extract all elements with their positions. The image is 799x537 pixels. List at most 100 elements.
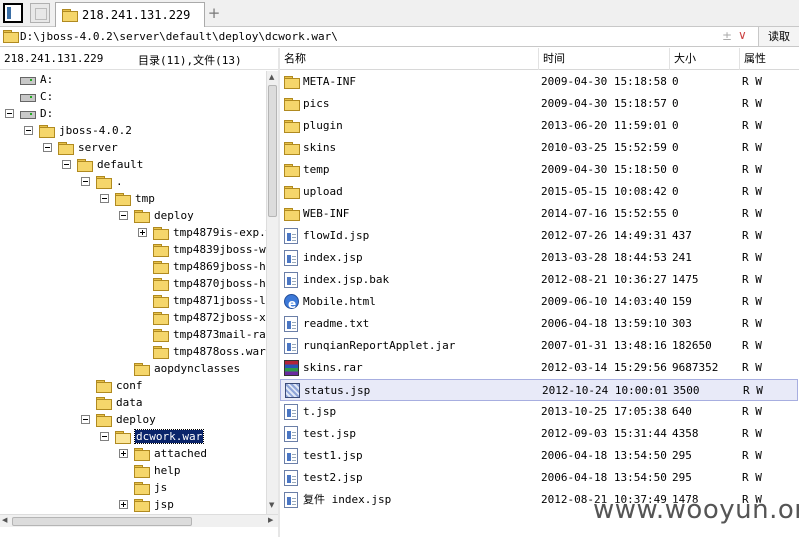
tree-node-label[interactable]: tmp4873mail-ra.r	[173, 328, 266, 341]
tree-node[interactable]: C:	[5, 88, 53, 105]
tree-node[interactable]: help	[119, 462, 181, 479]
file-row[interactable]: test1.jsp 2006-04-18 13:54:50 295 R W	[280, 445, 798, 467]
tree-node[interactable]: default	[62, 156, 143, 173]
tree-node-label[interactable]: tmp4872jboss-xar	[173, 311, 266, 324]
tree-node-label[interactable]: deploy	[116, 413, 156, 426]
tree-node[interactable]: server	[43, 139, 118, 156]
tree-node-label[interactable]: tmp4878oss.war	[173, 345, 266, 358]
tree-node[interactable]: jsp	[119, 496, 174, 513]
tree-node-label[interactable]: attached	[154, 447, 207, 460]
collapse-icon[interactable]	[81, 177, 90, 186]
tree-node-label[interactable]: jsp	[154, 498, 174, 511]
tree-node-label[interactable]: D:	[40, 107, 53, 120]
column-header-time[interactable]: 时间	[539, 48, 670, 70]
tree-node[interactable]: tmp4878oss.war	[138, 343, 266, 360]
read-button[interactable]: 读取	[758, 27, 799, 46]
collapse-icon[interactable]	[100, 432, 109, 441]
pin-icon[interactable]: ±	[722, 29, 732, 43]
tree-node-label[interactable]: C:	[40, 90, 53, 103]
expand-icon[interactable]	[119, 500, 128, 509]
file-row[interactable]: status.jsp 2012-10-24 10:00:01 3500 R W	[280, 379, 798, 401]
collapse-icon[interactable]	[62, 160, 71, 169]
scroll-up-icon[interactable]: ▲	[269, 73, 274, 81]
tree-node[interactable]: tmp4879is-exp.wa	[138, 224, 266, 241]
path-input[interactable]	[20, 28, 720, 45]
file-row[interactable]: t.jsp 2013-10-25 17:05:38 640 R W	[280, 401, 798, 423]
collapse-icon[interactable]	[81, 415, 90, 424]
file-row[interactable]: readme.txt 2006-04-18 13:59:10 303 R W	[280, 313, 798, 335]
file-row[interactable]: test.jsp 2012-09-03 15:31:44 4358 R W	[280, 423, 798, 445]
file-row[interactable]: skins.rar 2012-03-14 15:29:56 9687352 R W	[280, 357, 798, 379]
tree-node[interactable]: .	[81, 173, 123, 190]
tree-node[interactable]: tmp	[100, 190, 155, 207]
file-row[interactable]: test2.jsp 2006-04-18 13:54:50 295 R W	[280, 467, 798, 489]
tree-node[interactable]: tmp4870jboss-hat	[138, 275, 266, 292]
tree-node[interactable]: tmp4839jboss-ws4	[138, 241, 266, 258]
tree-node-label[interactable]: .	[116, 175, 123, 188]
tree-horizontal-scrollbar[interactable]: ◀ ▶	[0, 514, 278, 527]
add-tab-icon[interactable]: +	[207, 4, 221, 22]
tree-node-label[interactable]: data	[116, 396, 143, 409]
file-list[interactable]: META-INF 2009-04-30 15:18:58 0 R W pics 2009-…	[280, 71, 799, 521]
tree-node[interactable]: deploy	[81, 411, 156, 428]
scroll-thumb[interactable]	[12, 517, 192, 526]
collapse-icon[interactable]	[5, 109, 14, 118]
chevron-down-icon[interactable]: ∨	[738, 28, 747, 42]
file-row[interactable]: skins 2010-03-25 15:52:59 0 R W	[280, 137, 798, 159]
collapse-icon[interactable]	[119, 211, 128, 220]
scroll-thumb[interactable]	[268, 85, 277, 217]
tree-node-label[interactable]: conf	[116, 379, 143, 392]
tree-node[interactable]: attached	[119, 445, 207, 462]
file-row[interactable]: index.jsp 2013-03-28 18:44:53 241 R W	[280, 247, 798, 269]
tree-node[interactable]: A:	[5, 71, 53, 88]
collapse-icon[interactable]	[24, 126, 33, 135]
scroll-down-icon[interactable]: ▼	[269, 501, 274, 509]
column-header-name[interactable]: 名称	[280, 48, 539, 70]
tree-node-label[interactable]: jboss-4.0.2	[59, 124, 132, 137]
tree-node[interactable]: tmp4869jboss-hat	[138, 258, 266, 275]
tree-node-label[interactable]: tmp4871jboss-loc	[173, 294, 266, 307]
tree-node[interactable]: js	[119, 479, 167, 496]
tree-node[interactable]: deploy	[119, 207, 194, 224]
tree-node-label[interactable]: server	[78, 141, 118, 154]
panel-toggle-icon[interactable]	[3, 3, 23, 23]
tree-node[interactable]: conf	[81, 377, 143, 394]
file-row[interactable]: runqianReportApplet.jar 2007-01-31 13:48:…	[280, 335, 798, 357]
file-row[interactable]: index.jsp.bak 2012-08-21 10:36:27 1475 R W	[280, 269, 798, 291]
expand-icon[interactable]	[138, 228, 147, 237]
collapse-icon[interactable]	[43, 143, 52, 152]
tree-node[interactable]: jboss-4.0.2	[24, 122, 132, 139]
tree-node[interactable]: tmp4873mail-ra.r	[138, 326, 266, 343]
column-header-size[interactable]: 大小	[670, 48, 740, 70]
scroll-right-icon[interactable]: ▶	[268, 516, 273, 524]
file-row[interactable]: pics 2009-04-30 15:18:57 0 R W	[280, 93, 798, 115]
tree-node-label[interactable]: dcwork.war	[133, 429, 205, 444]
tree-node-label[interactable]: tmp4839jboss-ws4	[173, 243, 266, 256]
directory-tree[interactable]: A: C: D: jboss-4.0.2 server default. tmp deploy…	[0, 71, 266, 514]
file-row[interactable]: upload 2015-05-15 10:08:42 0 R W	[280, 181, 798, 203]
tree-node[interactable]: aopdynclasses	[119, 360, 240, 377]
file-row[interactable]: WEB-INF 2014-07-16 15:52:55 0 R W	[280, 203, 798, 225]
tree-node-label[interactable]: tmp	[135, 192, 155, 205]
collapse-icon[interactable]	[100, 194, 109, 203]
expand-icon[interactable]	[119, 449, 128, 458]
tree-node-label[interactable]: tmp4869jboss-hat	[173, 260, 266, 273]
tree-node-label[interactable]: help	[154, 464, 181, 477]
tab-host[interactable]: 218.241.131.229	[55, 2, 205, 27]
tree-node[interactable]: dcwork.war	[100, 428, 205, 445]
file-row[interactable]: temp 2009-04-30 15:18:50 0 R W	[280, 159, 798, 181]
tree-node[interactable]: tmp4872jboss-xar	[138, 309, 266, 326]
tree-node[interactable]: tmp4871jboss-loc	[138, 292, 266, 309]
new-window-icon[interactable]	[30, 3, 50, 23]
file-row[interactable]: flowId.jsp 2012-07-26 14:49:31 437 R W	[280, 225, 798, 247]
scroll-left-icon[interactable]: ◀	[2, 516, 7, 524]
tree-node-label[interactable]: aopdynclasses	[154, 362, 240, 375]
file-row[interactable]: plugin 2013-06-20 11:59:01 0 R W	[280, 115, 798, 137]
tree-node[interactable]: data	[81, 394, 143, 411]
tree-node-label[interactable]: default	[97, 158, 143, 171]
column-header-attr[interactable]: 属性	[740, 48, 799, 70]
tree-node[interactable]: D:	[5, 105, 53, 122]
file-row[interactable]: Mobile.html 2009-06-10 14:03:40 159 R W	[280, 291, 798, 315]
tree-node-label[interactable]: js	[154, 481, 167, 494]
file-row[interactable]: META-INF 2009-04-30 15:18:58 0 R W	[280, 71, 798, 93]
